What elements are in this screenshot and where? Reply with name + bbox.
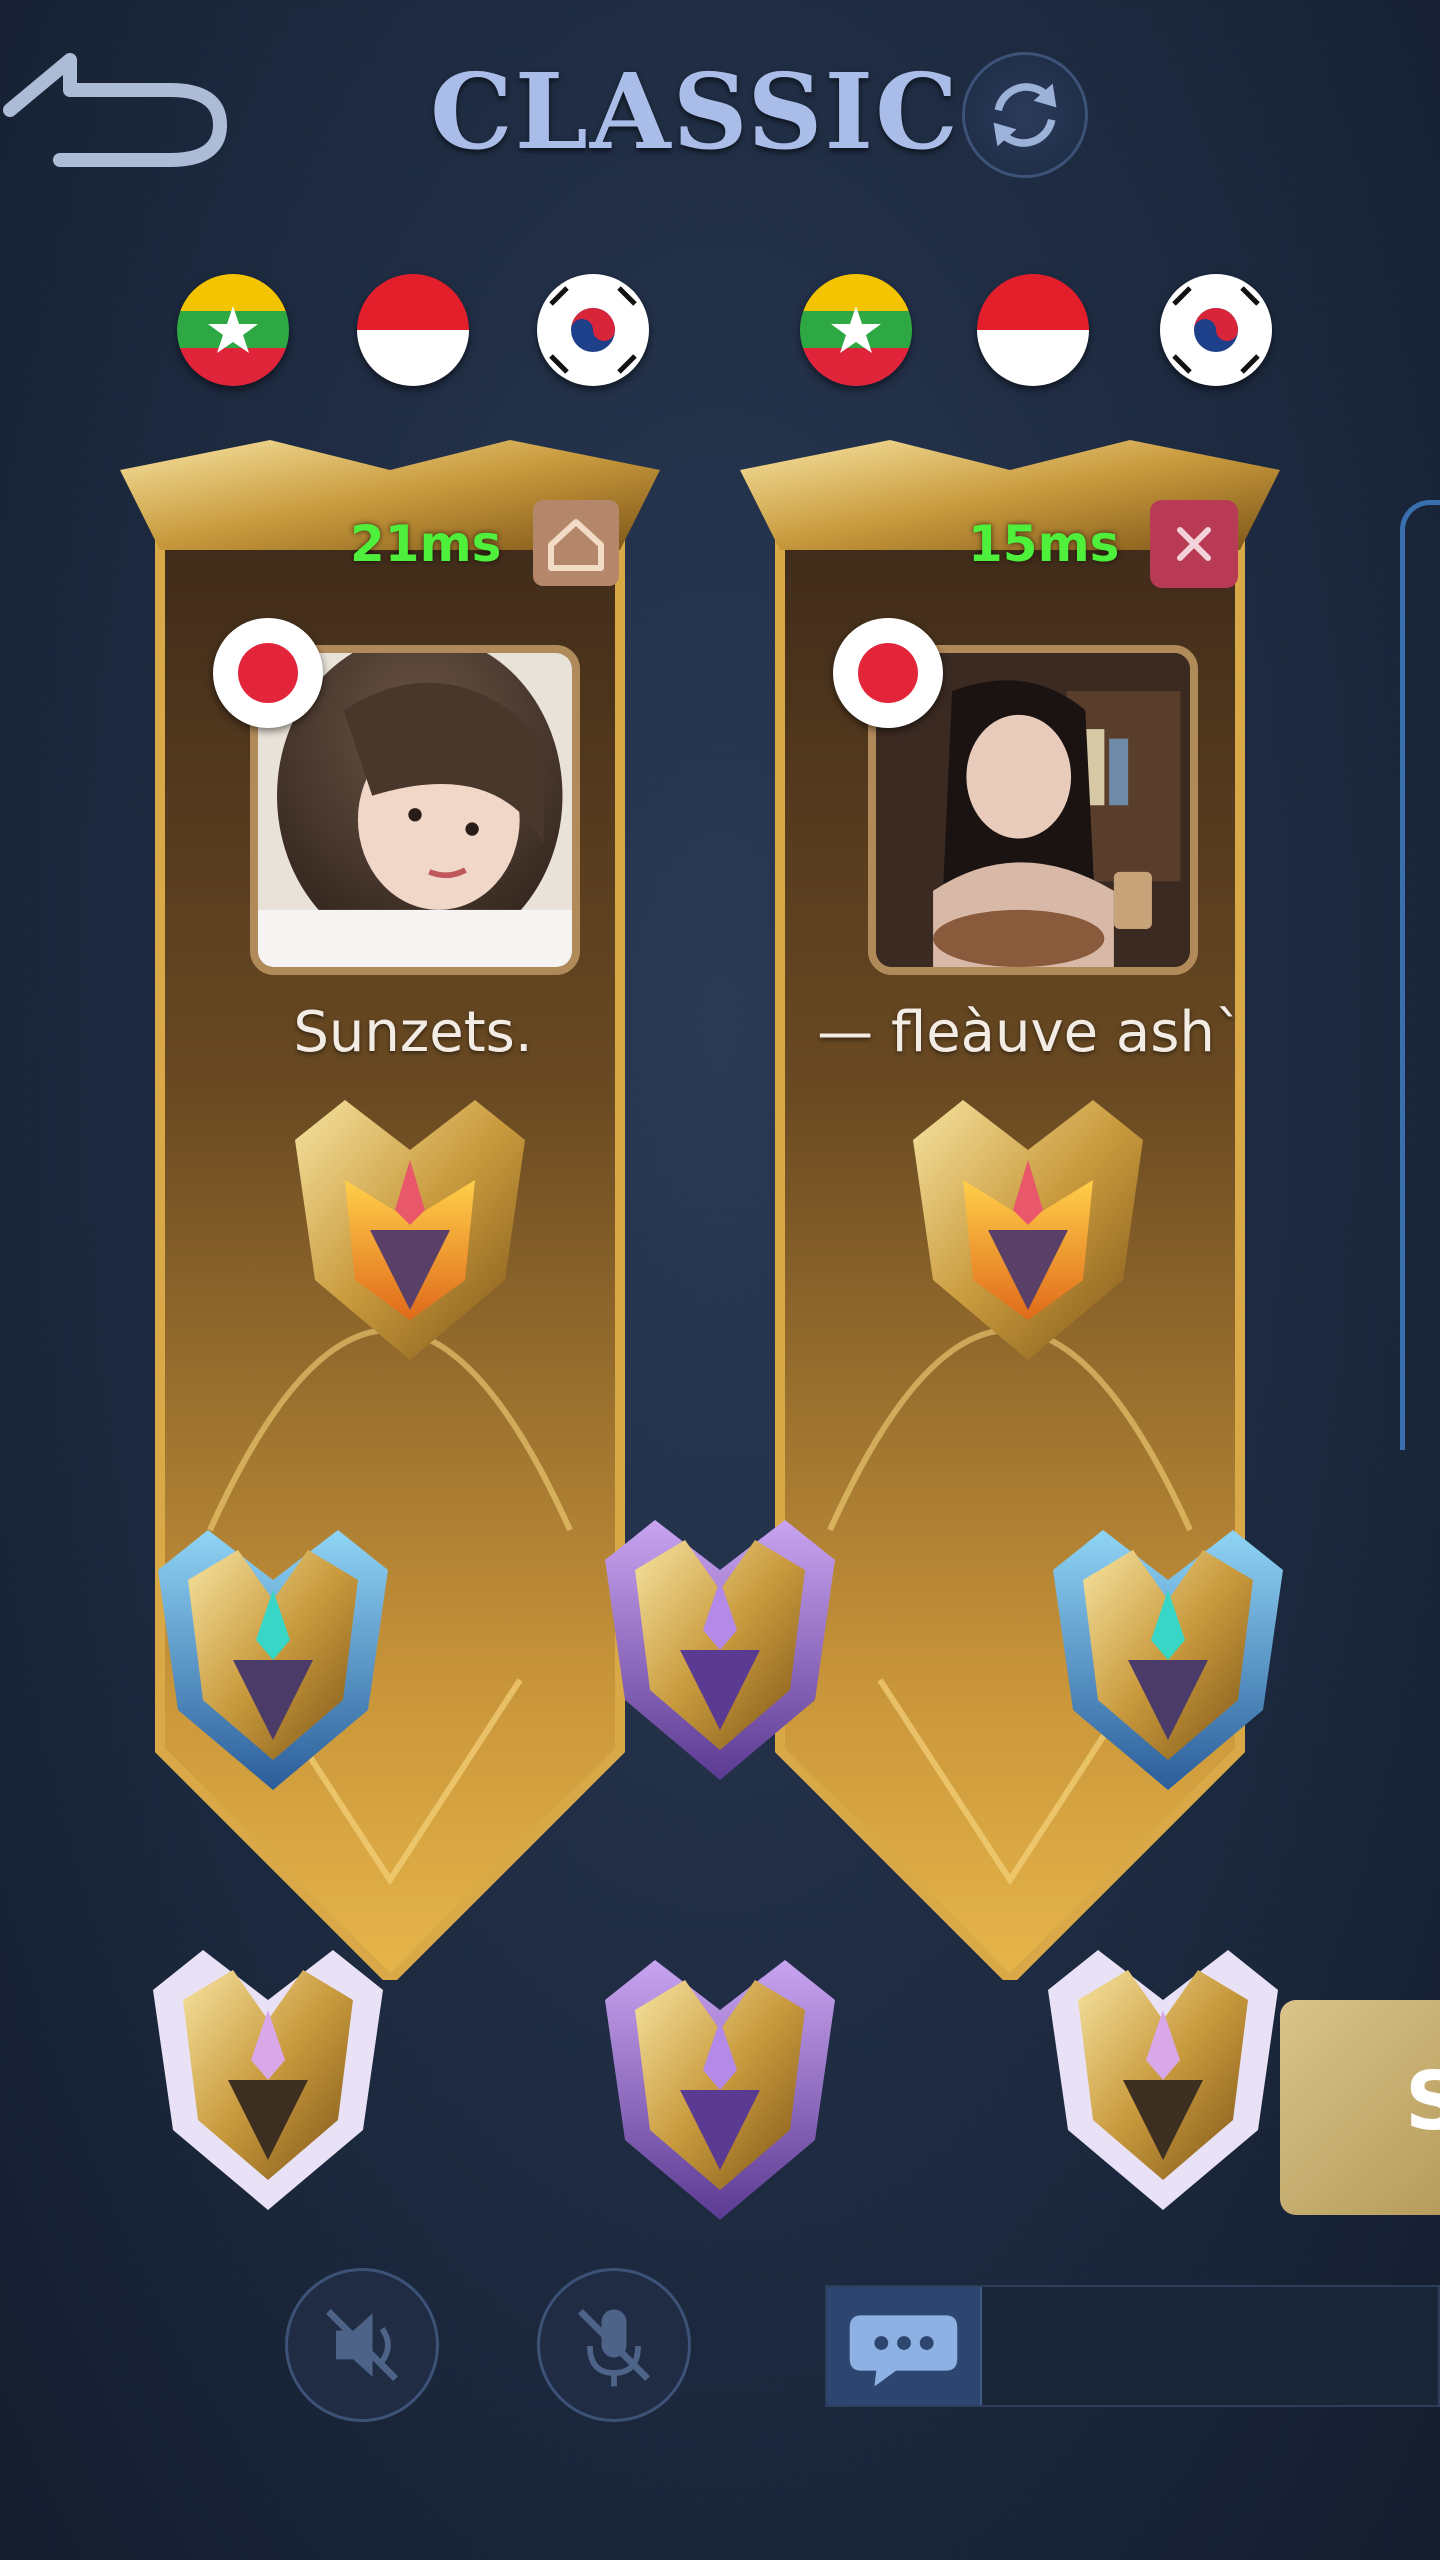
player-name-2: — fleàuve ash`	[817, 1000, 1243, 1065]
rank-badge-row1-3	[1033, 1510, 1303, 1800]
flag-korea-right	[1160, 274, 1272, 386]
speaker-toggle-button[interactable]	[285, 2268, 439, 2422]
country-badge-japan-1	[213, 618, 323, 728]
side-panel-edge	[1400, 500, 1440, 1450]
flag-indonesia-right	[977, 274, 1089, 386]
rank-badge-player-2	[893, 1080, 1163, 1370]
speaker-muted-icon	[325, 2308, 399, 2382]
back-button[interactable]	[0, 30, 235, 180]
refresh-button[interactable]	[962, 52, 1088, 178]
ping-label-1: 21ms	[350, 515, 502, 573]
side-card[interactable]: S	[1280, 2000, 1440, 2215]
mic-muted-icon	[577, 2308, 651, 2387]
rank-badge-row2-3	[1028, 1930, 1298, 2220]
close-icon[interactable]	[1150, 500, 1238, 588]
chat-button[interactable]	[827, 2287, 982, 2405]
player-name-1: Sunzets.	[293, 1000, 533, 1065]
back-arrow-icon	[3, 53, 227, 167]
rank-badge-row1-2	[585, 1500, 855, 1790]
flag-myanmar-right	[800, 274, 912, 386]
side-card-text: S	[1405, 2055, 1440, 2148]
rank-badge-row2-1	[133, 1930, 403, 2220]
mic-toggle-button[interactable]	[537, 2268, 691, 2422]
country-badge-japan-2	[833, 618, 943, 728]
chat-icon	[849, 2315, 958, 2387]
refresh-icon	[993, 83, 1057, 147]
home-icon	[533, 500, 619, 586]
flag-korea-left	[537, 274, 649, 386]
rank-badge-player-1	[275, 1080, 545, 1370]
ping-label-2: 15ms	[968, 515, 1120, 573]
flag-indonesia-left	[357, 274, 469, 386]
rank-badge-row2-2	[585, 1940, 855, 2230]
flag-myanmar-left	[177, 274, 289, 386]
page-title: CLASSIC	[430, 50, 960, 173]
rank-badge-row1-1	[138, 1510, 408, 1800]
